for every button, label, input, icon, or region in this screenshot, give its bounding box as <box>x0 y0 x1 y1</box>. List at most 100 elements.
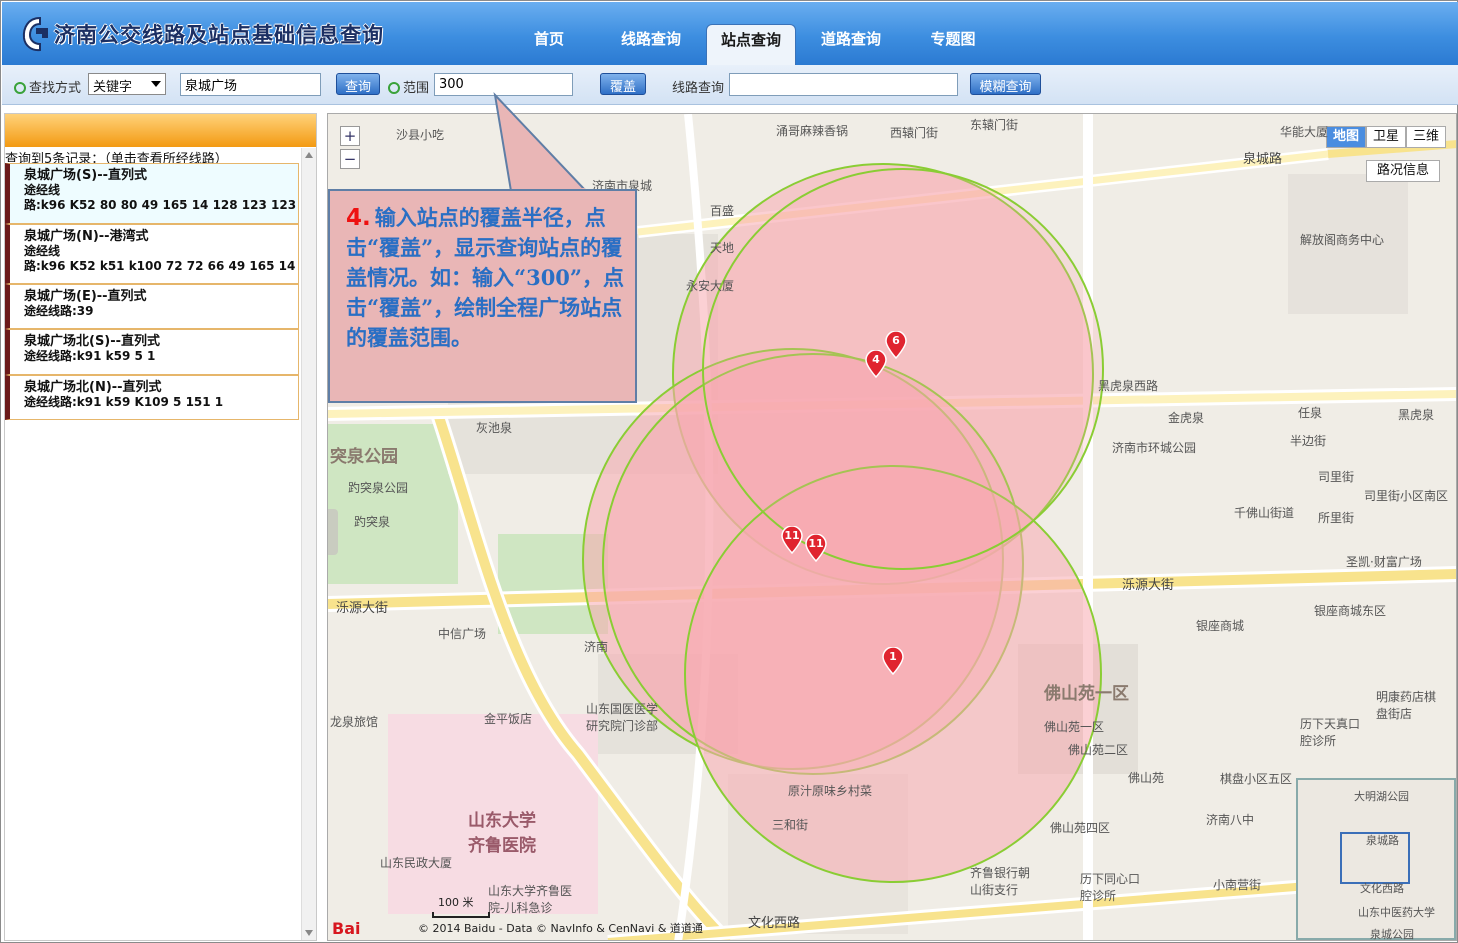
map-scale-bar <box>432 912 490 918</box>
map-label: 突泉公园 <box>330 447 398 467</box>
map-label: 任泉 <box>1298 406 1323 420</box>
marker-number: 11 <box>808 537 824 550</box>
map-label: 泉城路 <box>1243 152 1283 167</box>
map-label: 佛山苑二区 <box>1068 743 1129 757</box>
result-item[interactable]: 泉城广场(E)--直列式 途经线路:39 <box>5 284 299 329</box>
scroll-up-icon[interactable] <box>305 152 313 158</box>
nav-home[interactable]: 首页 <box>504 24 594 65</box>
stop-marker[interactable]: 1 <box>882 647 904 675</box>
stop-marker[interactable]: 6 <box>885 331 907 359</box>
map-label: 永安大厦 <box>686 279 735 293</box>
map-label: 东辕门街 <box>970 118 1019 132</box>
nav-road-query[interactable]: 道路查询 <box>806 24 896 65</box>
map-label: 历下天真口腔诊所 <box>1300 717 1361 748</box>
map-label: 佛山苑一区 <box>1044 684 1129 704</box>
map-label: 明康药店棋盘街店 <box>1376 690 1437 721</box>
stop-marker[interactable]: 11 <box>781 526 803 554</box>
stop-routes: 途经线路:k91 k59 K109 5 151 1 <box>24 395 224 409</box>
map-type-3d[interactable]: 三维 <box>1406 126 1446 148</box>
stop-name: 泉城广场北(N)--直列式 <box>24 380 162 395</box>
nav-route-query[interactable]: 线路查询 <box>606 24 696 65</box>
map-label: 灰池泉 <box>476 421 513 435</box>
map-label: 所里街 <box>1318 511 1355 525</box>
cover-button[interactable]: 覆盖 <box>600 73 646 95</box>
map-label: 山东民政大厦 <box>380 856 453 870</box>
map-label: 趵突泉公园 <box>348 481 409 495</box>
map-label: 山东大学齐鲁医院-儿科急诊 <box>488 884 573 915</box>
stop-routes: 途经线路:39 <box>24 304 94 318</box>
map-type-map[interactable]: 地图 <box>1326 126 1366 148</box>
stop-name: 泉城广场(E)--直列式 <box>24 289 147 304</box>
map-label: 圣凯·财富广场 <box>1346 555 1422 569</box>
refresh-icon <box>14 82 26 94</box>
stop-routes: 途经线 <box>24 244 61 258</box>
callout-text: 4. 输入站点的覆盖半径，点击“覆盖”，显示查询站点的覆盖情况。如：输入“300”… <box>346 203 625 353</box>
zoom-in-button[interactable]: + <box>340 126 360 146</box>
map-label: 天地 <box>710 241 735 255</box>
query-button[interactable]: 查询 <box>336 73 380 95</box>
map-label: 泺源大街 <box>1122 578 1175 593</box>
map-label: 龙泉旅馆 <box>330 715 379 729</box>
stop-routes: 路:k96 K52 k51 k100 72 72 66 49 165 14 12… <box>24 259 298 273</box>
map-label: 泉城路 <box>1366 834 1399 847</box>
map-label: 棋盘小区五区 <box>1220 772 1293 786</box>
map-label: 泺源大街 <box>336 601 389 616</box>
range-label: 范围 <box>388 77 429 96</box>
marker-number: 6 <box>892 334 900 347</box>
baidu-logo: Bai <box>332 919 361 938</box>
map-type-satellite[interactable]: 卫星 <box>1366 126 1406 148</box>
bus-logo-icon <box>22 16 48 52</box>
callout-body: 输入站点的覆盖半径，点击“覆盖”，显示查询站点的覆盖情况。如：输入“300”，点… <box>346 205 624 350</box>
map-label: 佛山苑 <box>1128 771 1165 785</box>
map-label: 银座商城 <box>1196 619 1245 633</box>
traffic-info-button[interactable]: 路况信息 <box>1366 160 1440 182</box>
result-item[interactable]: 泉城广场北(N)--直列式 途经线路:k91 k59 K109 5 151 1 <box>5 375 299 420</box>
map-label: 齐鲁银行朝山街支行 <box>970 866 1031 897</box>
callout-pointer <box>493 91 589 192</box>
map-label: 济南八中 <box>1206 813 1255 827</box>
map-label: 华能大厦 <box>1280 125 1329 139</box>
result-item[interactable]: 泉城广场(S)--直列式 途经线 路:k96 K52 80 80 49 165 … <box>5 163 299 224</box>
results-panel: 查询到5条记录：（单击查看所经线路） 泉城广场(S)--直列式 途经线 路:k9… <box>4 113 317 941</box>
range-icon <box>388 82 400 94</box>
fuzzy-query-button[interactable]: 模糊查询 <box>970 73 1041 95</box>
callout-step-number: 4. <box>346 205 371 231</box>
map-label: 原汁原味乡村菜 <box>788 784 873 798</box>
keyword-input[interactable] <box>180 73 321 96</box>
route-query-input[interactable] <box>729 73 958 96</box>
stop-marker[interactable]: 4 <box>865 350 887 378</box>
panel-collapse-handle[interactable] <box>328 509 338 555</box>
result-item[interactable]: 泉城广场(N)--港湾式 途经线 路:k96 K52 k51 k100 72 7… <box>5 224 299 284</box>
search-mode-select[interactable]: 关键字 <box>88 73 166 95</box>
map-label: 佛山苑一区 <box>1044 720 1105 734</box>
map-label: 大明湖公园 <box>1354 790 1409 803</box>
map-label: 历下同心口腔诊所 <box>1080 872 1141 903</box>
map-label: 黑虎泉西路 <box>1098 379 1159 393</box>
map-label: 千佛山街道 <box>1234 506 1295 520</box>
map-label: 文化西路 <box>1360 882 1404 895</box>
map-label: 三和街 <box>772 818 809 832</box>
app-title: 济南公交线路及站点基础信息查询 <box>54 23 384 47</box>
overview-minimap[interactable]: 大明湖公园 泉城路 文化西路 山东中医药大学 泉城公园 <box>1296 778 1456 940</box>
results-scrollbar[interactable] <box>301 148 316 940</box>
stop-routes: 途经线 <box>24 183 61 197</box>
map-label: 泉城公园 <box>1370 928 1414 941</box>
scroll-down-icon[interactable] <box>305 930 313 936</box>
stop-routes: 途经线路:k91 k59 5 1 <box>24 349 156 363</box>
map-label: 沙县小吃 <box>396 128 445 142</box>
map-label: 金虎泉 <box>1168 411 1205 425</box>
map-scale-label: 100 米 <box>438 896 474 909</box>
result-item[interactable]: 泉城广场北(S)--直列式 途经线路:k91 k59 5 1 <box>5 329 299 375</box>
map-label: 西辕门街 <box>890 126 939 140</box>
map-label: 山东国医医学研究院门诊部 <box>586 702 659 733</box>
map-label: 涌哥麻辣香锅 <box>776 124 849 138</box>
zoom-out-button[interactable]: − <box>340 149 360 169</box>
nav-thematic-map[interactable]: 专题图 <box>908 24 998 65</box>
stop-name: 泉城广场(S)--直列式 <box>24 168 148 183</box>
nav-stop-query[interactable]: 站点查询 <box>706 24 796 65</box>
stop-marker[interactable]: 11 <box>805 534 827 562</box>
map-label: 济南 <box>584 640 609 654</box>
results-panel-header <box>5 114 316 147</box>
map-label: 小南营街 <box>1213 878 1262 892</box>
marker-number: 1 <box>889 650 897 663</box>
